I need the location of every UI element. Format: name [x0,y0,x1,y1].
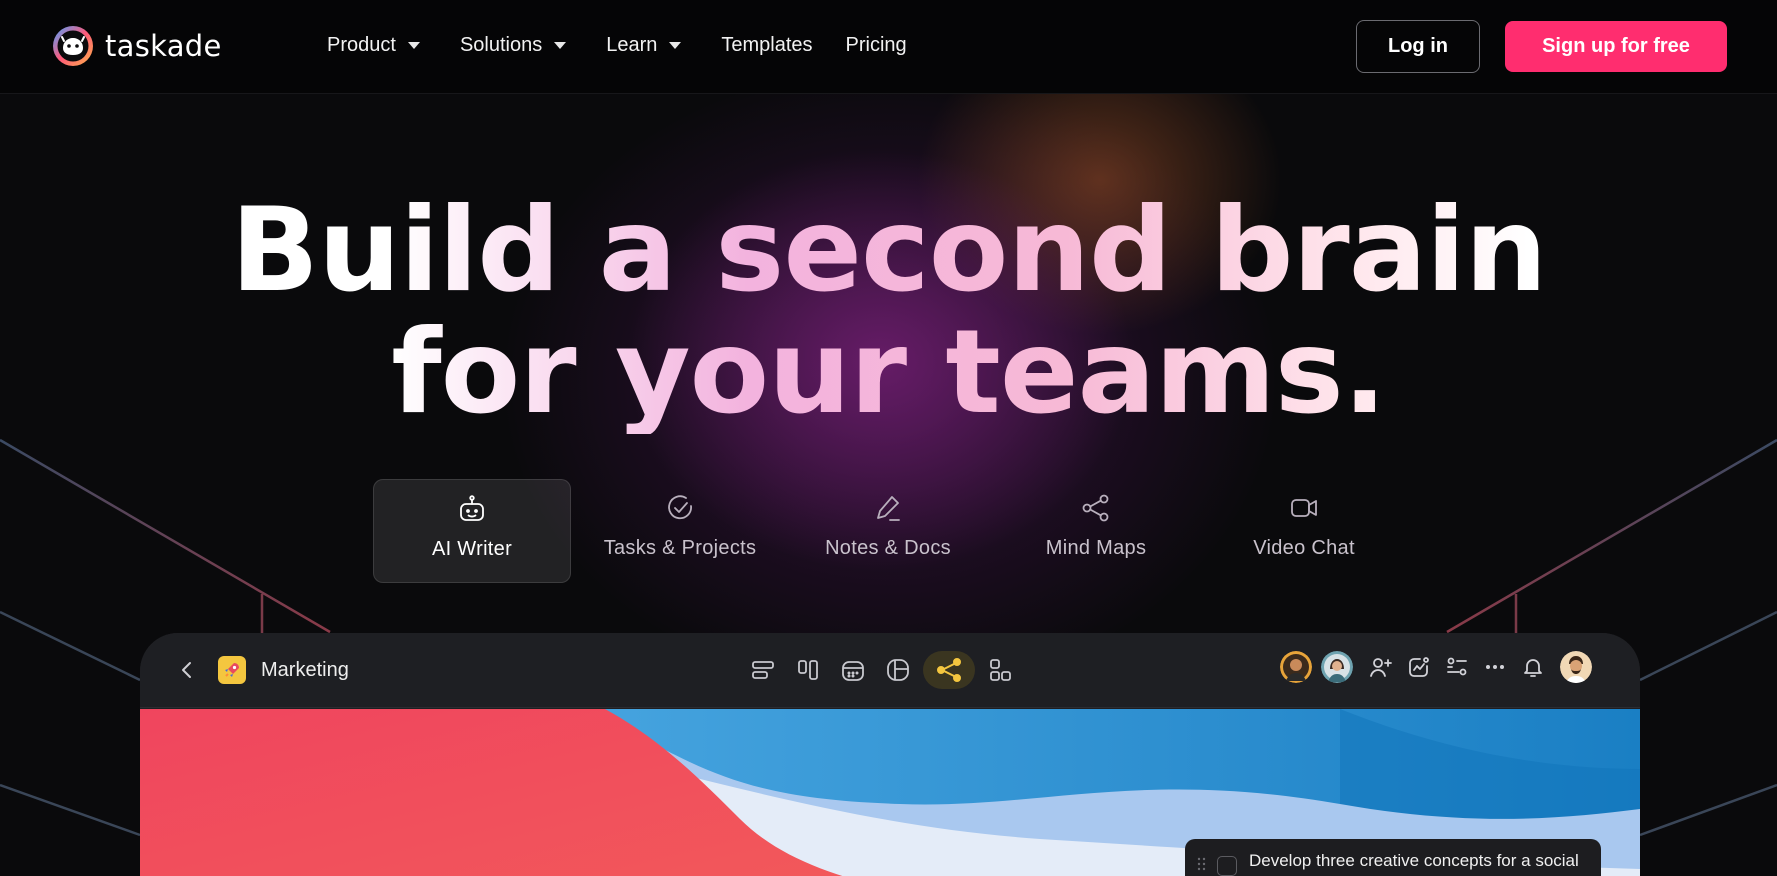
taskade-logo[interactable]: taskade [51,24,222,68]
nav-product-label: Product [327,34,396,56]
activity-button[interactable] [1405,653,1433,681]
chevron-left-icon[interactable] [176,659,198,681]
org-chart-view-icon [990,659,1011,681]
calendar-view-icon [842,661,864,681]
nav-pricing[interactable]: Pricing [846,34,907,57]
tab-video-chat[interactable]: Video Chat [1205,479,1403,583]
bell-icon [1524,659,1542,677]
tab-tasks-projects[interactable]: Tasks & Projects [581,479,779,583]
task-text: Develop three creative concepts for a so… [1249,851,1579,870]
tab-ai-writer[interactable]: AI Writer [373,479,571,583]
chevron-down-icon [554,42,567,49]
nav-pricing-label: Pricing [845,34,907,56]
rocket-icon [218,656,246,684]
nav-learn[interactable]: Learn [606,34,682,57]
task-checkbox[interactable] [1217,856,1237,876]
pencil-icon [877,496,900,521]
tab-notes-docs-label: Notes & Docs [825,537,951,559]
signup-button[interactable]: Sign up for free [1505,21,1727,72]
app-preview-window: Marketing Develop three creative concept… [140,633,1640,876]
avatar[interactable] [1280,651,1312,683]
add-user-icon [1370,658,1392,677]
board-view-button[interactable] [788,651,828,689]
hero-headline: Build a second brain for your teams. [0,190,1777,434]
login-button[interactable]: Log in [1356,20,1480,73]
video-camera-icon [1291,499,1317,517]
project-title: Marketing [261,659,349,681]
notifications-button[interactable] [1519,653,1547,681]
org-chart-view-button[interactable] [980,651,1020,689]
table-view-button[interactable] [878,651,918,689]
feature-tabs: AI Writer Tasks & Projects Notes & Docs … [373,479,1413,583]
tab-mind-maps[interactable]: Mind Maps [997,479,1195,583]
avatar[interactable] [1321,651,1353,683]
hero-headline-line-2: for your teams. [391,305,1386,440]
tab-tasks-projects-label: Tasks & Projects [603,537,757,559]
drag-handle-icon[interactable] [1197,857,1207,871]
board-view-icon [798,660,818,680]
add-member-button[interactable] [1367,653,1395,681]
tab-notes-docs[interactable]: Notes & Docs [789,479,987,583]
tab-video-chat-label: Video Chat [1253,537,1355,559]
list-view-icon [752,661,774,679]
share-nodes-icon [1082,494,1109,522]
nav-learn-label: Learn [606,34,658,56]
mindmap-view-button[interactable] [923,651,975,689]
table-view-icon [887,659,909,681]
chevron-down-icon [407,42,420,49]
nav-product[interactable]: Product [327,34,420,57]
tab-ai-writer-label: AI Writer [431,538,513,560]
task-card[interactable]: Develop three creative concepts for a so… [1185,839,1601,876]
more-options-button[interactable] [1481,653,1509,681]
nav-solutions[interactable]: Solutions [459,34,567,57]
chevron-down-icon [669,42,682,49]
robot-icon [460,495,484,521]
top-navigation: taskade Product Solutions Learn Template… [0,0,1777,94]
hero-headline-line-1: Build a second brain [230,183,1547,318]
more-horizontal-icon [1486,665,1504,669]
nav-templates[interactable]: Templates [721,34,812,57]
filter-button[interactable] [1443,653,1471,681]
activity-chart-icon [1409,657,1429,677]
nav-templates-label: Templates [721,34,813,56]
filter-icon [1447,657,1467,676]
nav-solutions-label: Solutions [459,34,543,56]
mindmap-view-icon [937,658,961,682]
list-view-button[interactable] [743,651,783,689]
tab-mind-maps-label: Mind Maps [1045,537,1147,559]
check-circle-icon [668,495,692,520]
calendar-view-button[interactable] [833,651,873,689]
project-tools [1280,651,1601,683]
brand-name: taskade [105,29,222,63]
main-menu: Product Solutions Learn Templates Pricin… [327,34,907,57]
user-avatar[interactable] [1560,651,1592,683]
taskade-logo-icon [53,26,93,66]
app-toolbar: Marketing [140,633,1640,708]
view-switcher [743,651,1025,689]
